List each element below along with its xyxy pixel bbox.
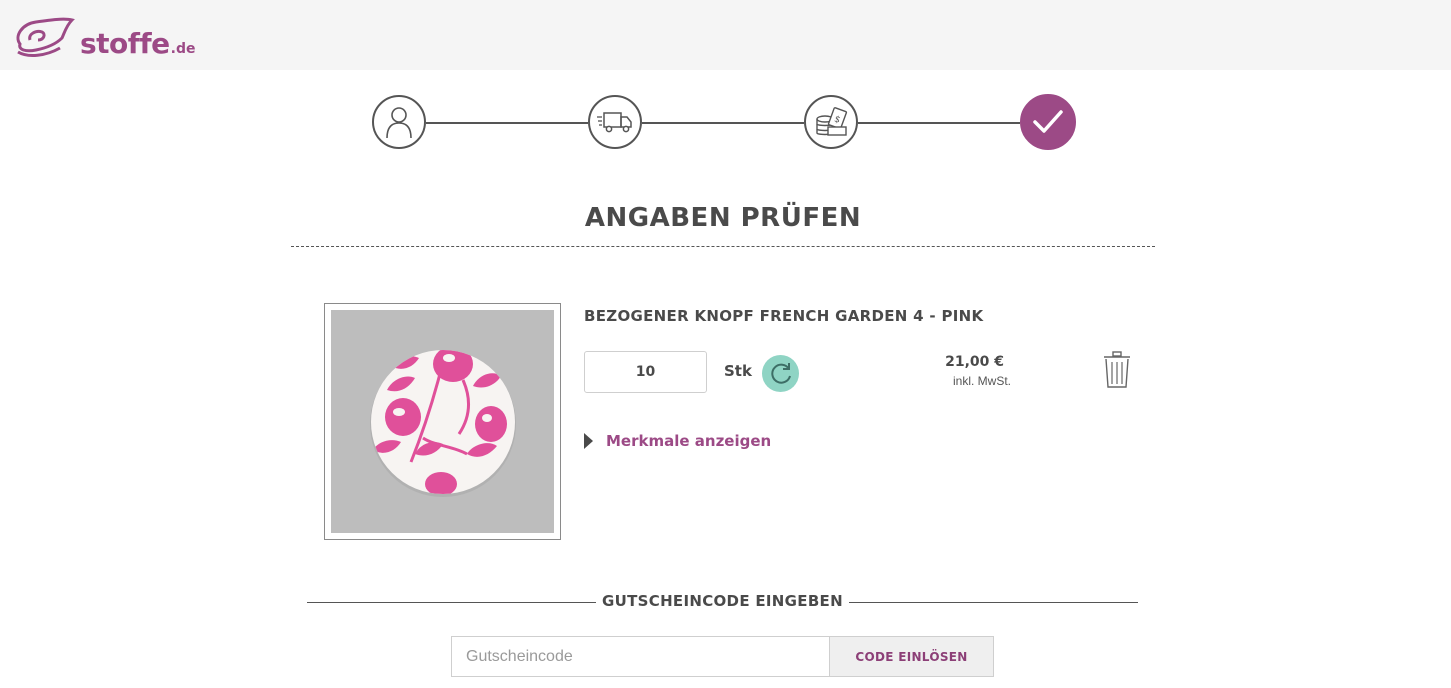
remove-item-button[interactable] bbox=[1103, 351, 1131, 389]
step-review[interactable] bbox=[1020, 94, 1076, 150]
voucher-code-input[interactable] bbox=[451, 636, 830, 677]
logo-tld: .de bbox=[170, 41, 196, 57]
show-features-toggle[interactable]: Merkmale anzeigen bbox=[584, 432, 771, 450]
product-name[interactable]: BEZOGENER KNOPF FRENCH GARDEN 4 - PINK bbox=[584, 307, 983, 325]
progress-connector bbox=[426, 122, 588, 124]
redeem-code-button[interactable]: CODE EINLÖSEN bbox=[829, 636, 994, 677]
logo-text: stoffe bbox=[80, 27, 170, 60]
truck-icon bbox=[597, 112, 632, 133]
product-image-frame[interactable] bbox=[324, 303, 561, 540]
page-title: ANGABEN PRÜFEN bbox=[584, 203, 862, 233]
item-price: 21,00 € bbox=[945, 354, 1004, 370]
checkmark-icon bbox=[1033, 110, 1063, 133]
update-quantity-button[interactable] bbox=[762, 355, 799, 392]
title-divider bbox=[291, 246, 1155, 247]
quantity-unit: Stk bbox=[724, 362, 752, 380]
fabric-roll-icon bbox=[16, 17, 75, 57]
payment-icon: $ bbox=[816, 107, 848, 136]
step-shipping[interactable] bbox=[588, 95, 642, 149]
trash-icon bbox=[1104, 351, 1130, 388]
voucher-heading: GUTSCHEINCODE EINGEBEN bbox=[602, 592, 843, 610]
product-image bbox=[331, 310, 554, 533]
quantity-input[interactable] bbox=[584, 351, 707, 393]
voucher-divider-left bbox=[307, 602, 596, 603]
refresh-icon bbox=[770, 362, 791, 384]
stoffe-logo[interactable]: stoffe .de bbox=[12, 14, 195, 60]
voucher-divider-right bbox=[849, 602, 1138, 603]
user-icon bbox=[386, 107, 412, 139]
step-account[interactable] bbox=[372, 95, 426, 149]
checkout-progress: $ bbox=[372, 94, 1076, 150]
vat-note: inkl. MwSt. bbox=[953, 374, 1012, 388]
fabric-button-image bbox=[369, 349, 516, 497]
show-features-label: Merkmale anzeigen bbox=[606, 432, 772, 450]
site-header: stoffe .de bbox=[0, 0, 1451, 70]
progress-connector bbox=[642, 122, 804, 124]
caret-right-icon bbox=[584, 433, 593, 449]
step-payment[interactable]: $ bbox=[804, 95, 858, 149]
progress-connector bbox=[858, 122, 1020, 124]
